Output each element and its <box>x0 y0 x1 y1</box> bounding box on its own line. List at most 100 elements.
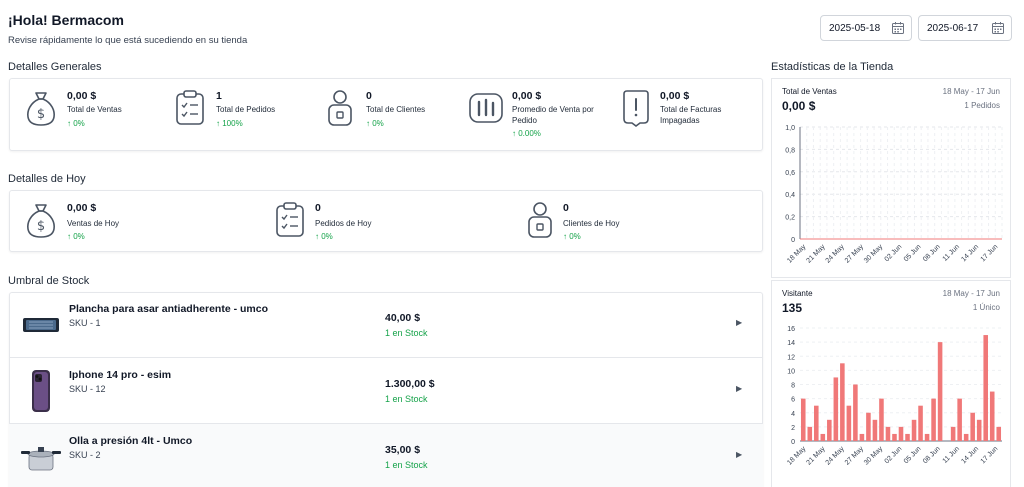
date-from-value: 2025-05-18 <box>829 22 881 34</box>
visitor-bar <box>905 433 910 441</box>
visitor-bar <box>931 398 936 441</box>
bar-chart-icon <box>469 93 503 123</box>
x-tick-label: 14 Jun <box>960 243 980 263</box>
product-stock: 1 en Stock <box>385 328 428 338</box>
x-tick-label: 18 May <box>786 445 808 467</box>
visitor-bar <box>846 405 852 441</box>
visitor-bar <box>976 419 982 441</box>
product-sku: SKU - 2 <box>69 450 101 460</box>
chevron-right-icon[interactable]: ▶ <box>736 384 742 393</box>
visitor-bar <box>983 335 988 441</box>
y-tick-label: 0,4 <box>785 192 795 199</box>
svg-text:$: $ <box>37 107 45 122</box>
y-tick-label: 6 <box>791 397 795 404</box>
today-details-card: $ 0,00 $ Ventas de Hoy ↑ 0% 0 Pedidos de… <box>9 190 763 252</box>
visitors-chart-card: Visitante 18 May - 17 Jun 135 1 Único 02… <box>771 280 1011 487</box>
sales-chart: 0 0,2 0,4 0,6 0,8 1,0 18 May21 May24 May27 May… <box>785 125 1003 265</box>
date-from-input[interactable]: 2025-05-18 <box>820 15 912 41</box>
visitor-bar <box>840 363 845 441</box>
stat-total-clients: 0 Total de Clientes ↑ 0% <box>324 89 464 139</box>
y-tick-label: 0,2 <box>785 215 795 222</box>
invoice-alert-icon <box>623 90 649 127</box>
product-stock: 1 en Stock <box>385 394 428 404</box>
page-title: ¡Hola! Bermacom <box>8 12 124 28</box>
visitor-bar <box>937 342 943 441</box>
stat-unpaid-invoices: 0,00 $ Total de Facturas Impagadas <box>620 89 760 139</box>
date-to-value: 2025-06-17 <box>927 22 979 34</box>
x-tick-label: 21 May <box>805 243 827 265</box>
product-name[interactable]: Plancha para asar antiadherente - umco <box>69 303 268 315</box>
product-sku: SKU - 1 <box>69 318 101 328</box>
x-tick-label: 24 May <box>825 243 847 265</box>
chevron-right-icon[interactable]: ▶ <box>736 450 742 459</box>
visitor-bar <box>918 405 923 441</box>
x-tick-label: 11 Jun <box>942 243 962 263</box>
y-tick-label: 0 <box>791 439 795 446</box>
y-tick-label: 0 <box>791 237 795 244</box>
griddle-image <box>23 318 59 332</box>
stat-today-sales: $ 0,00 $ Ventas de Hoy ↑ 0% <box>25 201 165 246</box>
x-tick-label: 30 May <box>863 445 885 467</box>
x-tick-label: 14 Jun <box>960 445 980 465</box>
x-tick-label: 30 May <box>863 243 885 265</box>
today-details-title: Detalles de Hoy <box>8 173 86 185</box>
store-stats-title: Estadísticas de la Tienda <box>771 61 894 73</box>
money-bag-icon: $ <box>27 92 55 126</box>
visitor-bar <box>924 433 930 441</box>
x-tick-label: 05 Jun <box>903 243 923 263</box>
x-tick-label: 27 May <box>844 243 866 265</box>
product-price: 40,00 $ <box>385 312 421 324</box>
y-tick-label: 8 <box>791 383 795 390</box>
visitor-bar <box>866 412 871 441</box>
stock-row[interactable]: Olla a presión 4lt - Umco SKU - 2 35,00 … <box>9 424 763 487</box>
visitor-bar <box>885 426 891 441</box>
product-sku: SKU - 12 <box>69 384 106 394</box>
visitor-bar <box>859 433 865 441</box>
visitor-bar <box>957 398 962 441</box>
stat-today-clients: 0 Clientes de Hoy ↑ 0% <box>524 201 664 246</box>
x-tick-label: 08 Jun <box>922 445 942 465</box>
x-tick-label: 02 Jun <box>884 243 904 263</box>
x-tick-label: 05 Jun <box>903 445 923 465</box>
x-tick-label: 17 Jun <box>980 445 1000 465</box>
y-tick-label: 0,6 <box>785 170 795 177</box>
chevron-right-icon[interactable]: ▶ <box>736 318 742 327</box>
general-details-card: $ 0,00 $ Total de Ventas ↑ 0% 1 Total de… <box>9 78 763 151</box>
visitor-bar <box>970 412 975 441</box>
visitor-bar <box>898 426 904 441</box>
x-tick-label: 02 Jun <box>884 445 904 465</box>
visitor-bar <box>989 391 995 441</box>
y-tick-label: 10 <box>787 368 795 375</box>
stat-today-orders: 0 Pedidos de Hoy ↑ 0% <box>274 201 414 246</box>
y-tick-label: 14 <box>787 340 795 347</box>
visitor-bar <box>814 405 819 441</box>
visitor-bar <box>833 377 839 441</box>
visitor-bar <box>963 433 969 441</box>
product-name[interactable]: Olla a presión 4lt - Umco <box>69 435 192 447</box>
visitor-bar <box>950 426 956 441</box>
y-tick-label: 0,8 <box>785 147 795 154</box>
clipboard-icon <box>276 202 304 237</box>
visitor-bar <box>807 426 813 441</box>
visitor-bar <box>853 384 858 441</box>
general-details-title: Detalles Generales <box>8 61 102 73</box>
product-price: 1.300,00 $ <box>385 378 435 390</box>
y-tick-label: 2 <box>791 425 795 432</box>
y-tick-label: 12 <box>787 354 795 361</box>
stock-row[interactable]: Plancha para asar antiadherente - umco S… <box>9 292 763 358</box>
y-tick-label: 1,0 <box>785 125 795 132</box>
calendar-icon[interactable] <box>991 21 1005 35</box>
x-tick-label: 18 May <box>786 243 808 265</box>
stock-row[interactable]: Iphone 14 pro - esim SKU - 12 1.300,00 $… <box>9 358 763 424</box>
x-tick-label: 17 Jun <box>980 243 1000 263</box>
visitors-chart: 0 2 4 6 8 10 12 14 16 18 May21 May24 May27 May30 … <box>786 326 1002 467</box>
product-name[interactable]: Iphone 14 pro - esim <box>69 369 171 381</box>
date-to-input[interactable]: 2025-06-17 <box>918 15 1012 41</box>
svg-text:$: $ <box>37 219 45 234</box>
pressure-cooker-image <box>21 447 61 471</box>
visitor-bar <box>892 433 897 441</box>
phone-image <box>32 370 50 412</box>
x-tick-label: 21 May <box>805 445 827 467</box>
y-tick-label: 16 <box>787 326 795 333</box>
calendar-icon[interactable] <box>891 21 905 35</box>
